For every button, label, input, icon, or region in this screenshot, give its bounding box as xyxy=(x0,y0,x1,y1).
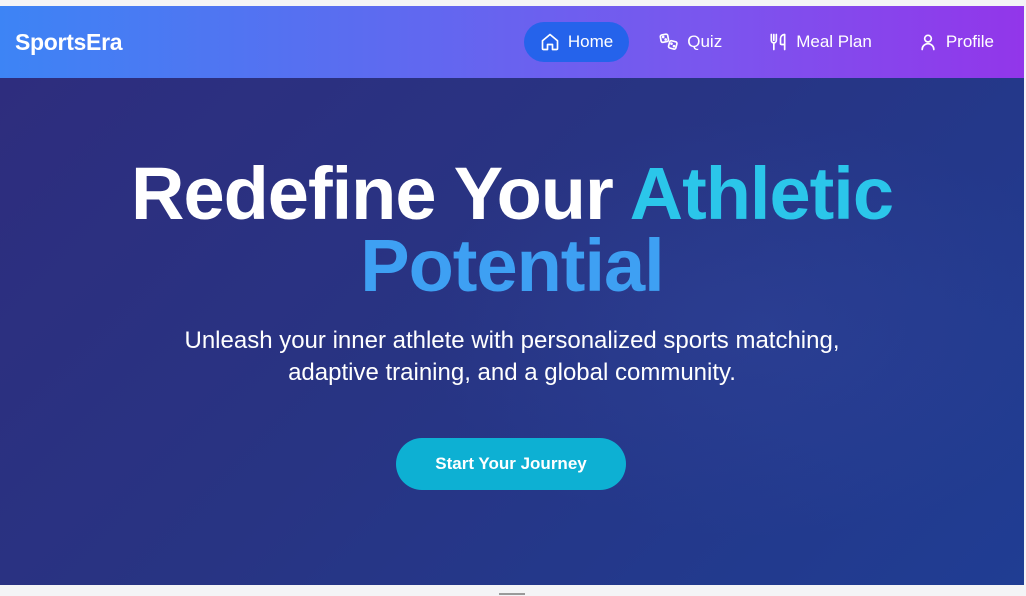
utensils-icon xyxy=(768,32,788,52)
home-icon xyxy=(540,32,560,52)
nav-label-home: Home xyxy=(567,32,614,51)
nav-item-profile[interactable]: Profile xyxy=(902,22,1010,62)
nav-item-quiz[interactable]: Quiz xyxy=(643,22,738,62)
nav-label-meal-plan: Meal Plan xyxy=(796,32,872,51)
quiz-icon xyxy=(659,32,679,52)
hero-title-part1: Redefine Your xyxy=(131,152,630,235)
nav-label-quiz: Quiz xyxy=(687,32,723,51)
nav-label-profile: Profile xyxy=(945,32,994,51)
hero-title-line2: Potential xyxy=(360,224,664,307)
hero-subtitle-line1: Unleash your inner athlete with personal… xyxy=(184,327,840,354)
hero-subtitle-line2: adaptive training, and a global communit… xyxy=(288,359,736,386)
nav-item-meal-plan[interactable]: Meal Plan xyxy=(752,22,888,62)
user-icon xyxy=(918,32,938,52)
start-journey-button[interactable]: Start Your Journey xyxy=(396,438,626,490)
hero-subtitle: Unleash your inner athlete with personal… xyxy=(0,325,1024,389)
nav-links: Home Quiz Meal Plan Profile xyxy=(523,22,1010,62)
nav-item-home[interactable]: Home xyxy=(523,22,630,62)
brand-logo[interactable]: SportsEra xyxy=(15,29,123,56)
navbar: SportsEra Home Quiz Meal Plan Profile xyxy=(0,6,1024,78)
hero-title: Redefine Your Athletic Potential xyxy=(0,157,1024,303)
hero-section: Redefine Your Athletic Potential Unleash… xyxy=(0,78,1024,585)
hero-title-accent: Athletic xyxy=(629,152,894,235)
scroll-handle[interactable] xyxy=(499,593,525,595)
